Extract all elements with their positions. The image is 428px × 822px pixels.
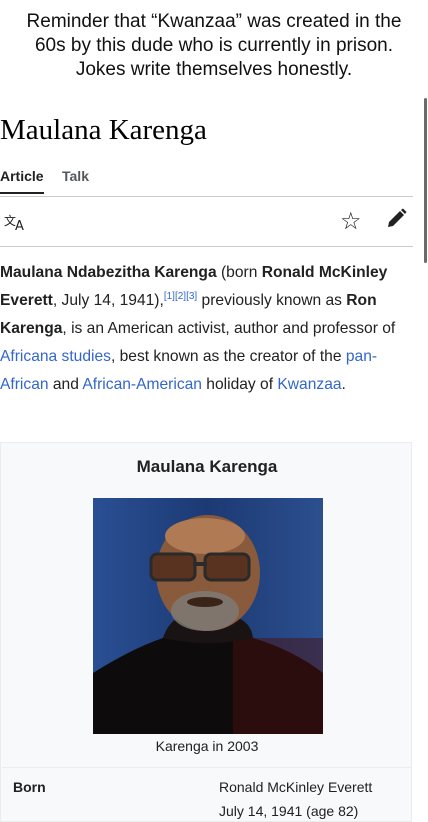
- star-icon[interactable]: ☆: [340, 207, 362, 236]
- lead-paragraph: Maulana Ndabezitha Karenga (born Ronald …: [0, 259, 412, 399]
- born-prefix: (born: [216, 264, 262, 281]
- tabs-divider: [0, 196, 413, 197]
- caption-line-2: 60s by this dude who is currently in pri…: [34, 35, 393, 56]
- born-label: Born: [13, 779, 46, 795]
- link-kwanzaa[interactable]: Kwanzaa: [277, 376, 341, 393]
- period-text: .: [341, 376, 346, 393]
- scrollbar[interactable]: [424, 98, 427, 263]
- subject-name: Maulana Ndabezitha Karenga: [0, 264, 217, 281]
- previously-text: previously known as: [197, 292, 347, 309]
- caption-line-1: Reminder that “Kwanzaa” was created in t…: [26, 11, 402, 32]
- tab-talk[interactable]: Talk: [62, 168, 89, 184]
- link-african-american[interactable]: African-American: [82, 376, 202, 393]
- pencil-icon[interactable]: [385, 208, 407, 230]
- holiday-text: holiday of: [201, 376, 278, 393]
- best-known-text: , best known as the creator of the: [110, 348, 346, 365]
- infobox-divider: [2, 767, 412, 768]
- page-title: Maulana Karenga: [0, 114, 207, 146]
- link-africana-studies[interactable]: Africana studies: [0, 348, 111, 365]
- toolbar-divider: [0, 246, 413, 247]
- infobox: Maulana Karenga Karenga in 2003 Born Ron…: [0, 442, 412, 822]
- svg-text:A: A: [15, 219, 24, 232]
- description-text: , is an American activist, author and pr…: [62, 320, 396, 337]
- translate-icon[interactable]: 文 A: [4, 212, 28, 237]
- image-caption: Karenga in 2003: [155, 738, 259, 754]
- reference-links[interactable]: [1][2][3]: [164, 291, 197, 302]
- tab-article[interactable]: Article: [0, 168, 44, 194]
- birth-date-text: , July 14, 1941),: [52, 292, 164, 309]
- born-date-value: July 14, 1941 (age 82): [219, 803, 359, 819]
- infobox-title: Maulana Karenga: [136, 457, 278, 476]
- caption-line-3: Jokes write themselves honestly.: [75, 59, 353, 80]
- meme-caption: Reminder that “Kwanzaa” was created in t…: [0, 10, 428, 82]
- born-name-value: Ronald McKinley Everett: [219, 779, 373, 795]
- and-text: and: [48, 376, 83, 393]
- portrait-photo[interactable]: [93, 498, 323, 734]
